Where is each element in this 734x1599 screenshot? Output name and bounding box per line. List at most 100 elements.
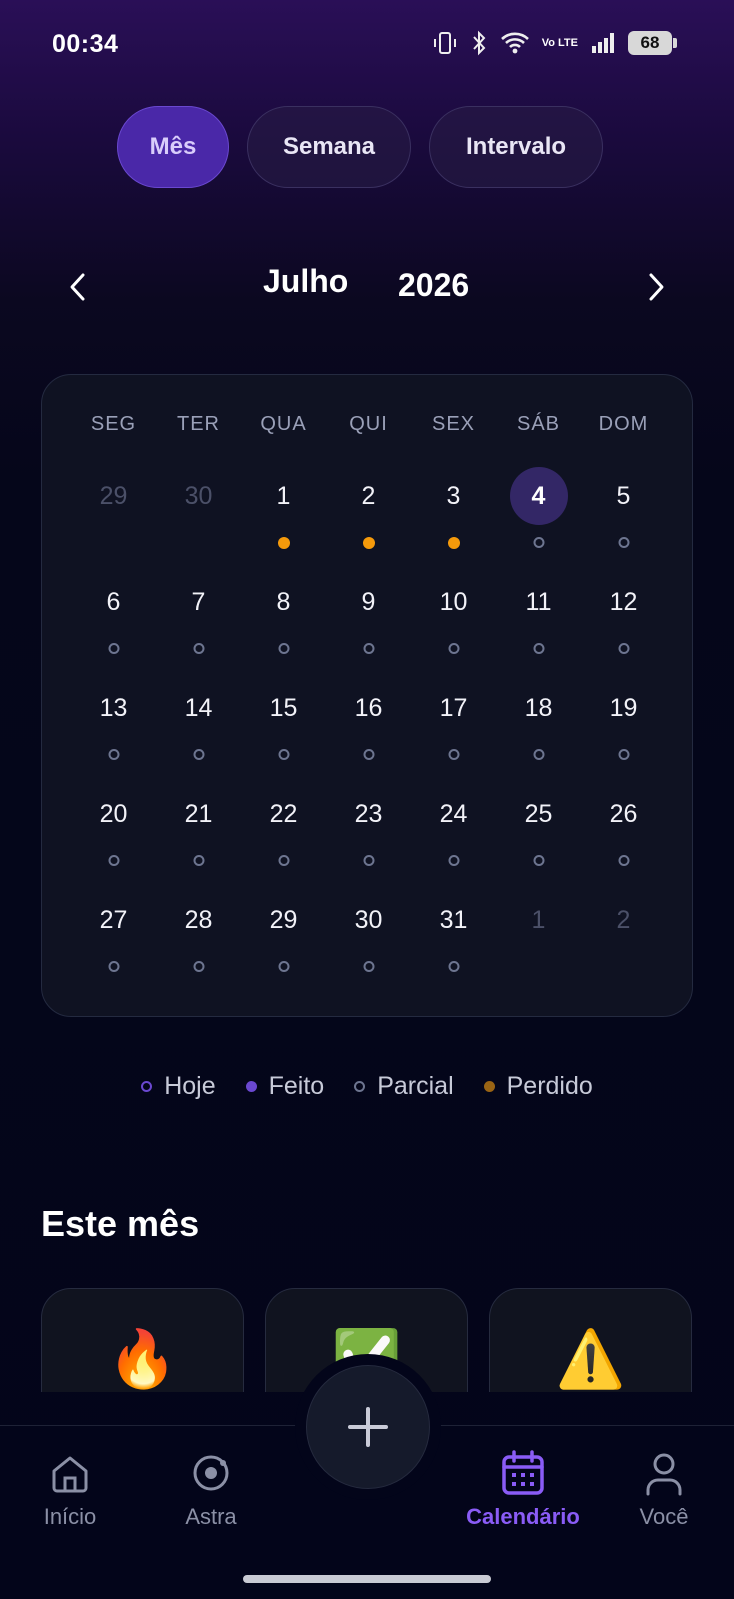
calendar-day[interactable]: 27 <box>71 891 156 997</box>
calendar-day[interactable]: 26 <box>581 785 666 891</box>
partial-status-dot <box>193 643 204 654</box>
nav-astra-label: Astra <box>185 1504 237 1529</box>
calendar-day[interactable]: 7 <box>156 573 241 679</box>
calendar-day[interactable]: 18 <box>496 679 581 785</box>
tab-month[interactable]: Mês <box>117 106 229 188</box>
calendar-day[interactable]: 24 <box>411 785 496 891</box>
partial-dot-icon <box>354 1081 366 1092</box>
partial-status-dot <box>533 855 544 866</box>
user-icon <box>604 1446 724 1500</box>
weekday-header: SEG TER QUA QUI SEX SÁB DOM <box>71 413 666 436</box>
next-month-button[interactable] <box>636 267 676 307</box>
legend-today: Hoje <box>141 1072 216 1101</box>
section-title: Este mês <box>41 1203 200 1244</box>
calendar-day[interactable]: 28 <box>156 891 241 997</box>
partial-status-dot <box>193 961 204 972</box>
partial-status-dot <box>278 643 289 654</box>
calendar-day[interactable]: 31 <box>411 891 496 997</box>
calendar-day[interactable]: 12 <box>581 573 666 679</box>
calendar-day[interactable]: 9 <box>326 573 411 679</box>
warning-icon: ⚠️ <box>555 1327 626 1390</box>
calendar-day[interactable]: 8 <box>241 573 326 679</box>
day-number: 31 <box>439 905 468 934</box>
calendar-day[interactable]: 1 <box>241 467 326 573</box>
calendar-day[interactable]: 14 <box>156 679 241 785</box>
calendar-day[interactable]: 23 <box>326 785 411 891</box>
fire-icon: 🔥 <box>107 1327 178 1390</box>
volte-label: Vo LTE <box>541 36 578 49</box>
partial-status-dot <box>448 749 459 760</box>
legend-today-label: Hoje <box>164 1072 216 1100</box>
nav-you[interactable]: Você <box>604 1446 724 1530</box>
nav-home[interactable]: Início <box>10 1446 130 1530</box>
nav-calendar[interactable]: Calendário <box>463 1446 583 1530</box>
day-number: 14 <box>184 693 213 722</box>
tab-range[interactable]: Intervalo <box>429 106 603 188</box>
day-number: 20 <box>99 799 128 828</box>
status-icons: Vo LTE 68 <box>432 30 677 56</box>
calendar-day[interactable]: 2 <box>326 467 411 573</box>
weekday-label: SÁB <box>516 413 561 435</box>
partial-status-dot <box>363 643 374 654</box>
legend-partial-label: Parcial <box>377 1072 454 1100</box>
calendar-week-row: 29 30 1 2 3 4 5 <box>71 467 666 573</box>
weekday-label: DOM <box>598 413 649 435</box>
calendar-day[interactable]: 19 <box>581 679 666 785</box>
day-number: 2 <box>361 481 376 510</box>
nav-calendar-label: Calendário <box>466 1504 580 1529</box>
calendar-day[interactable]: 21 <box>156 785 241 891</box>
summary-card-warning[interactable]: ⚠️ <box>489 1288 692 1392</box>
calendar-days: 29 30 1 2 3 4 5 6 7 8 9 10 11 12 13 14 15 16 17 18 19 20 21 22 2… <box>71 467 666 997</box>
day-number: 12 <box>609 587 638 616</box>
day-number: 29 <box>99 481 128 510</box>
day-number: 7 <box>191 587 206 616</box>
calendar-day[interactable]: 11 <box>496 573 581 679</box>
home-indicator[interactable] <box>243 1575 491 1583</box>
day-number: 3 <box>446 481 461 510</box>
calendar-day[interactable]: 5 <box>581 467 666 573</box>
calendar-day[interactable]: 20 <box>71 785 156 891</box>
status-bar: 00:34 Vo LTE 68 <box>0 0 734 95</box>
calendar-day[interactable]: 22 <box>241 785 326 891</box>
calendar-day-today[interactable]: 4 <box>496 467 581 573</box>
day-number: 29 <box>269 905 298 934</box>
home-icon <box>10 1446 130 1500</box>
day-number: 23 <box>354 799 383 828</box>
legend-partial: Parcial <box>354 1072 454 1101</box>
calendar-day[interactable]: 29 <box>241 891 326 997</box>
previous-month-button[interactable] <box>58 267 98 307</box>
summary-card-streak[interactable]: 🔥 <box>41 1288 244 1392</box>
plus-icon <box>348 1407 388 1447</box>
partial-status-dot <box>448 855 459 866</box>
month-label: Julho <box>263 263 349 299</box>
calendar-day[interactable]: 30 <box>326 891 411 997</box>
calendar-legend: Hoje Feito Parcial Perdido <box>0 1072 734 1101</box>
calendar-day[interactable]: 10 <box>411 573 496 679</box>
day-number: 16 <box>354 693 383 722</box>
calendar-day[interactable]: 16 <box>326 679 411 785</box>
day-number: 26 <box>609 799 638 828</box>
tab-week[interactable]: Semana <box>247 106 411 188</box>
day-number: 24 <box>439 799 468 828</box>
chevron-right-icon <box>649 273 664 301</box>
partial-status-dot <box>108 961 119 972</box>
calendar-day[interactable]: 13 <box>71 679 156 785</box>
calendar-icon <box>463 1446 583 1500</box>
calendar-day[interactable]: 17 <box>411 679 496 785</box>
missed-status-dot <box>362 537 375 549</box>
legend-done: Feito <box>245 1072 324 1101</box>
calendar-day[interactable]: 3 <box>411 467 496 573</box>
day-number: 30 <box>184 481 213 510</box>
calendar-day[interactable]: 25 <box>496 785 581 891</box>
weekday-label: SEG <box>90 413 137 435</box>
partial-status-dot <box>448 961 459 972</box>
year-label: 2026 <box>398 267 470 303</box>
day-number: 1 <box>276 481 291 510</box>
day-number: 2 <box>616 905 631 934</box>
calendar-day[interactable]: 15 <box>241 679 326 785</box>
day-number: 1 <box>531 905 546 934</box>
day-number: 10 <box>439 587 468 616</box>
nav-astra[interactable]: Astra <box>151 1446 271 1530</box>
calendar-day[interactable]: 6 <box>71 573 156 679</box>
add-button[interactable] <box>306 1365 430 1489</box>
